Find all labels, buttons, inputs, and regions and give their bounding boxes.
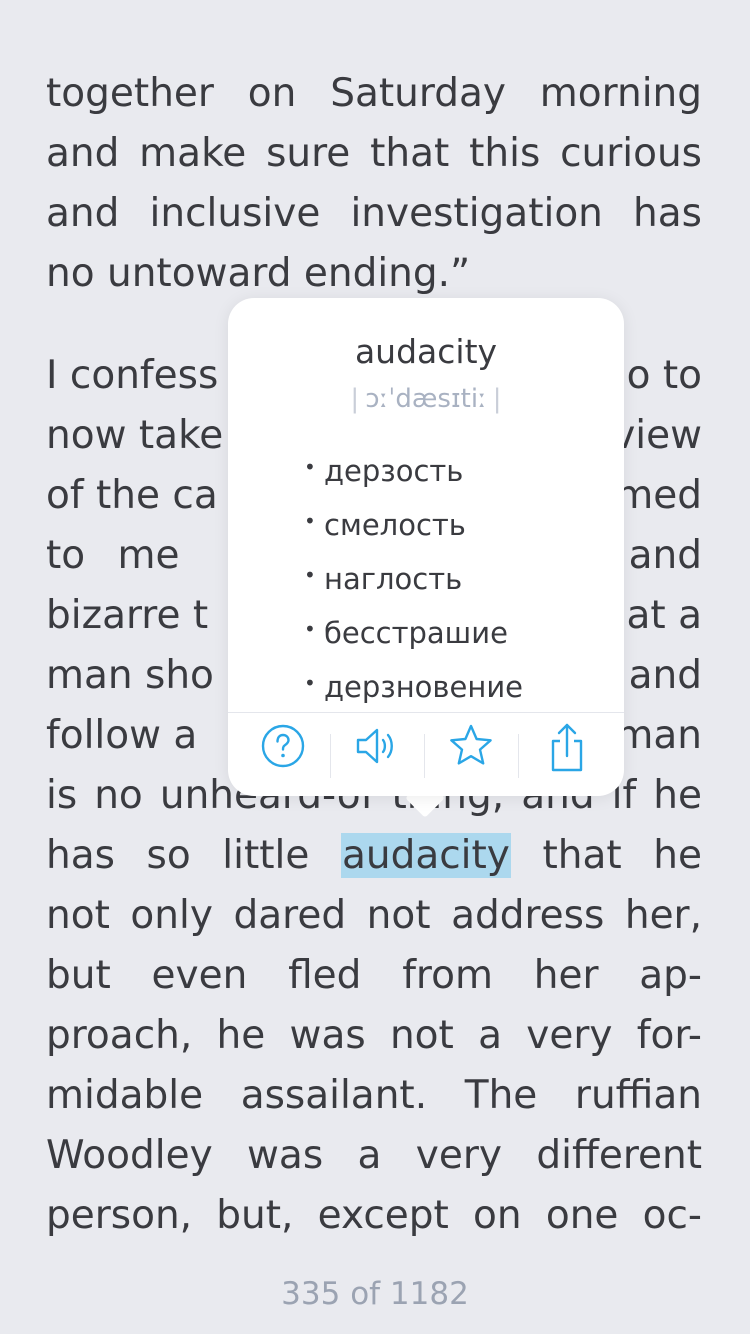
translation-item[interactable]: • дерзость bbox=[304, 444, 523, 498]
page-counter: 335 of 1182 bbox=[281, 1276, 469, 1312]
text-line: person, but, except on one oc- bbox=[46, 1193, 702, 1238]
share-icon bbox=[522, 722, 612, 774]
divider bbox=[518, 734, 519, 778]
phonetic-transcription: | ɔːˈdæsɪtiː | bbox=[350, 384, 502, 414]
divider bbox=[424, 734, 425, 778]
highlighted-word[interactable]: audacity bbox=[340, 833, 511, 878]
share-button[interactable] bbox=[522, 722, 612, 786]
favorite-button[interactable] bbox=[426, 722, 516, 786]
translation-item[interactable]: • дерзновение bbox=[304, 660, 523, 714]
text-line: but even fled from her ap- bbox=[46, 953, 702, 998]
translation-item[interactable]: • бесстрашие bbox=[304, 606, 523, 660]
text-line: and inclusive investigation has bbox=[46, 191, 702, 236]
text-line: no untoward ending.” bbox=[46, 251, 471, 296]
text-line: midable assailant. The ruffian bbox=[46, 1073, 702, 1118]
popup-word: audacity bbox=[354, 332, 498, 371]
pronounce-button[interactable] bbox=[332, 722, 422, 786]
text-line: proach, he was not a very for- bbox=[46, 1013, 702, 1058]
text-line: Woodley was a very different bbox=[46, 1133, 702, 1178]
text-line: and make sure that this curious bbox=[46, 131, 702, 176]
speaker-icon bbox=[332, 722, 422, 770]
divider bbox=[330, 734, 331, 778]
text-line-highlighted: has so little audacity that he bbox=[46, 833, 702, 878]
star-icon bbox=[426, 722, 516, 770]
text-line: together on Saturday morning bbox=[46, 71, 702, 116]
question-circle-icon bbox=[238, 722, 328, 770]
translation-item[interactable]: • наглость bbox=[304, 552, 523, 606]
help-button[interactable] bbox=[238, 722, 328, 786]
divider bbox=[228, 712, 624, 713]
translation-item[interactable]: • смелость bbox=[304, 498, 523, 552]
dictionary-popup: audacity | ɔːˈdæsɪtiː | • дерзость • смелост… bbox=[228, 298, 624, 796]
text-line: not only dared not address her, bbox=[46, 893, 702, 938]
translations-list: • дерзость • смелость • наглость • бесстраши… bbox=[304, 444, 523, 714]
